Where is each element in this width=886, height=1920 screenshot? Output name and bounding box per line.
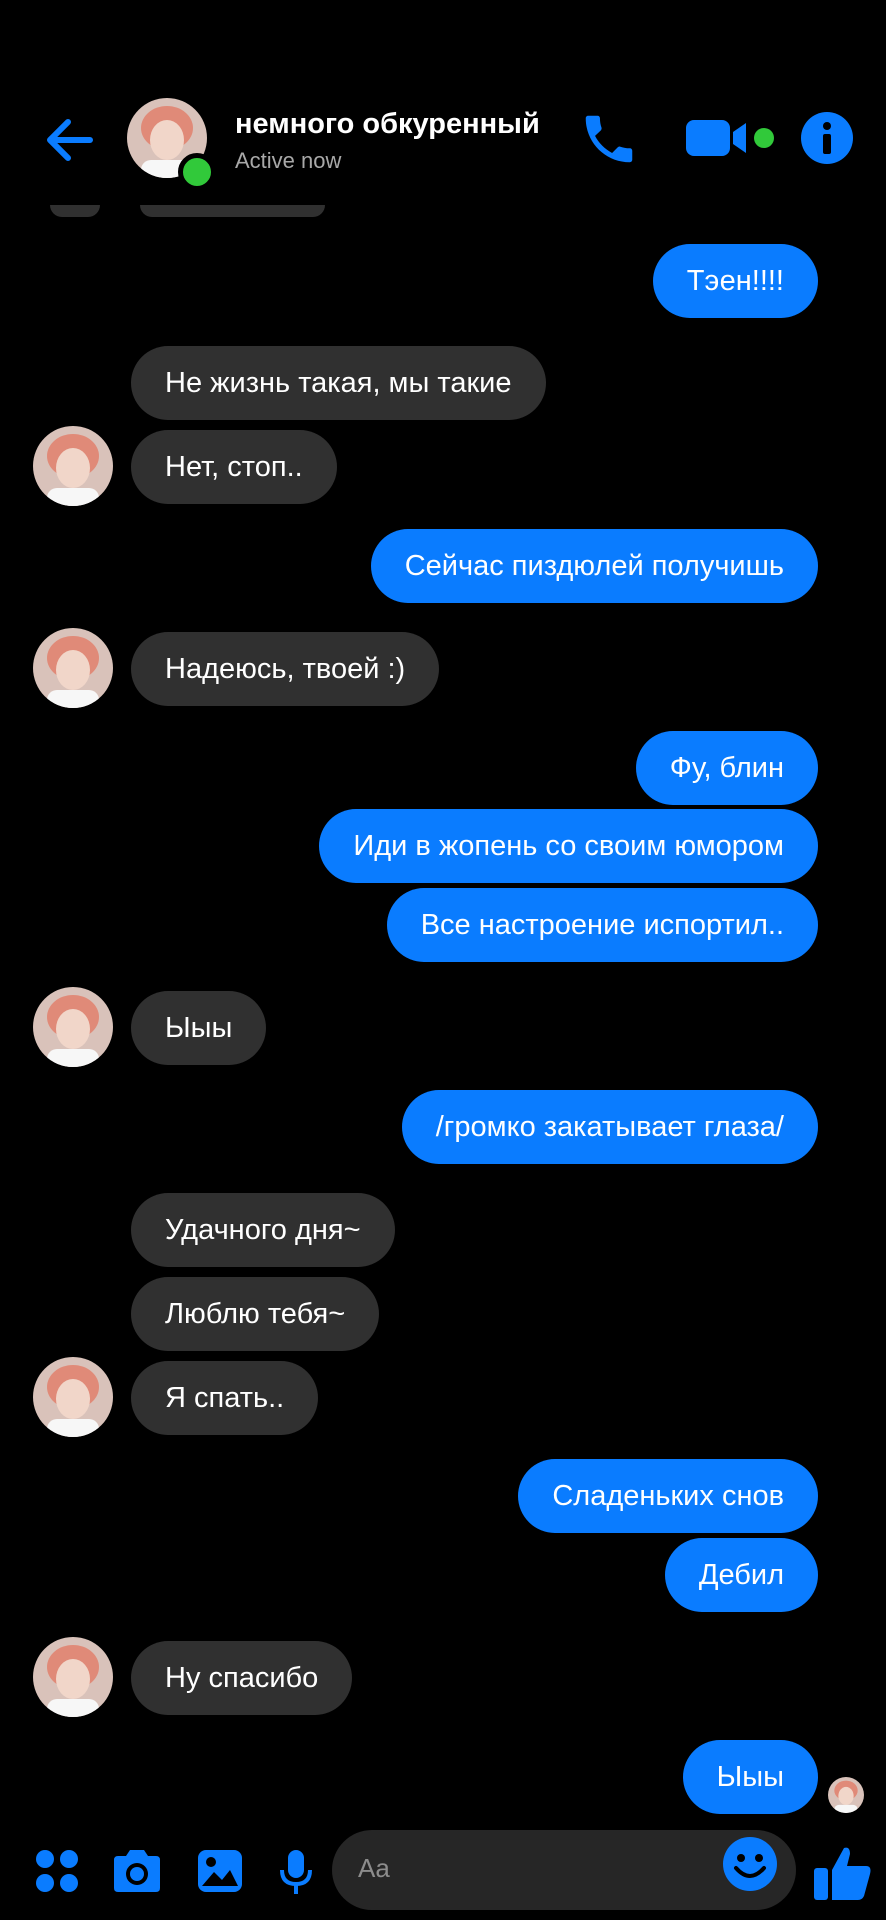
message-incoming[interactable]: Люблю тебя~ <box>131 1277 380 1351</box>
online-status-dot <box>178 153 216 191</box>
video-camera-icon[interactable] <box>686 116 786 160</box>
thumbs-up-icon[interactable] <box>812 1842 874 1904</box>
chat-header: немного обкуренный Active now <box>0 80 886 200</box>
message-outgoing[interactable]: Сладеньких снов <box>518 1459 818 1533</box>
contact-avatar-small[interactable] <box>33 987 113 1067</box>
contact-avatar-small[interactable] <box>33 426 113 506</box>
gallery-icon[interactable] <box>196 1848 244 1894</box>
message-incoming[interactable]: Удачного дня~ <box>131 1193 395 1267</box>
message-outgoing[interactable]: Дебил <box>664 1538 818 1612</box>
scrolled-bubble-edge <box>140 205 325 217</box>
message-incoming[interactable]: Надеюсь, твоей :) <box>131 632 440 706</box>
message-outgoing[interactable]: Тэен!!!! <box>652 244 818 318</box>
active-status: Active now <box>235 148 342 173</box>
contact-avatar-small[interactable] <box>33 1357 113 1437</box>
message-incoming[interactable]: Не жизнь такая, мы такие <box>131 346 546 420</box>
contact-avatar-small[interactable] <box>33 628 113 708</box>
contact-name[interactable]: немного обкуренный <box>235 108 540 141</box>
microphone-icon[interactable] <box>276 1848 316 1896</box>
phone-icon[interactable] <box>578 108 640 170</box>
seen-receipt-avatar <box>828 1777 864 1813</box>
info-icon[interactable] <box>799 110 855 166</box>
message-outgoing[interactable]: /громко закатывает глаза/ <box>401 1090 818 1164</box>
message-outgoing[interactable]: Иди в жопень со своим юмором <box>319 809 818 883</box>
message-outgoing[interactable]: Фу, блин <box>635 731 818 805</box>
message-outgoing[interactable]: Сейчас пиздюлей получишь <box>370 529 818 603</box>
message-outgoing[interactable]: Ыыы <box>682 1740 818 1814</box>
camera-icon[interactable] <box>110 1848 164 1894</box>
message-incoming[interactable]: Ыыы <box>131 991 267 1065</box>
emoji-icon[interactable] <box>722 1836 778 1892</box>
scrolled-avatar-edge <box>50 205 100 217</box>
message-incoming[interactable]: Я спать.. <box>131 1361 319 1435</box>
message-input-placeholder: Aa <box>358 1853 390 1883</box>
message-outgoing[interactable]: Все настроение испортил.. <box>386 888 818 962</box>
contact-avatar-small[interactable] <box>33 1637 113 1717</box>
message-incoming[interactable]: Ну спасибо <box>131 1641 353 1715</box>
message-incoming[interactable]: Нет, стоп.. <box>131 430 337 504</box>
back-arrow-icon[interactable] <box>40 110 100 170</box>
apps-grid-icon[interactable] <box>34 1848 80 1894</box>
message-composer: Aa <box>0 1820 886 1920</box>
